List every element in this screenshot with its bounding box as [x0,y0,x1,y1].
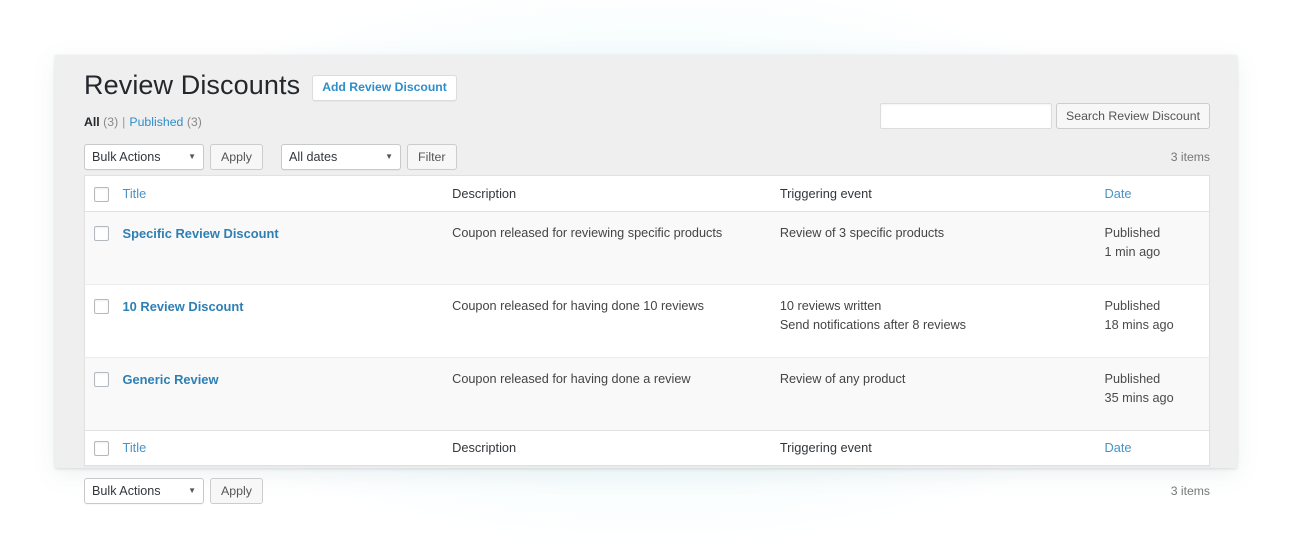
tablenav-top: Bulk Actions ▼ Apply All dates ▼ Filter … [84,141,1210,173]
row-trigger-line-1: Review of any product [779,371,906,386]
row-date-status: Published [1104,225,1161,240]
bulk-actions-select-top[interactable]: Bulk Actions ▼ [84,144,204,171]
select-all-checkbox-top[interactable] [94,186,109,202]
apply-button-top[interactable]: Apply [210,144,263,171]
sort-date-link-top[interactable]: Date [1105,186,1132,201]
row-select-checkbox[interactable] [94,225,109,241]
view-all-link[interactable]: All [84,115,100,129]
row-trigger-line-1: Review of 3 specific products [779,225,945,240]
search-submit-button[interactable]: Search Review Discount [1056,103,1210,129]
displaying-num-top: 3 items [1170,150,1210,165]
sort-date-link-bottom[interactable]: Date [1105,440,1132,455]
date-filter-select[interactable]: All dates ▼ [281,144,401,171]
chevron-down-icon: ▼ [385,152,393,162]
panel-inner: Review Discounts Add Review Discount All… [84,55,1210,507]
select-all-checkbox-bottom[interactable] [94,440,109,456]
row-trigger-line-1: 10 reviews written [779,298,882,313]
table-row: Specific Review Discount Coupon released… [84,211,1210,285]
row-title-link[interactable]: Specific Review Discount [122,226,278,241]
table-header-row: Title Description Triggering event Date [84,175,1210,212]
sort-title-link-bottom[interactable]: Title [122,440,146,455]
view-published-link[interactable]: Published [129,115,183,129]
select-all-header-bottom [84,430,123,466]
row-description-cell: Coupon released for having done 10 revie… [452,298,704,313]
row-select-checkbox[interactable] [94,298,109,314]
bulk-actions-label-bottom: Bulk Actions [92,483,161,498]
search-input[interactable] [880,103,1053,129]
row-checkbox-cell [85,211,123,284]
table-row: Generic Review Coupon released for havin… [84,357,1210,431]
column-header-date-top[interactable]: Date [1104,175,1210,212]
row-description-cell: Coupon released for having done a review [452,371,691,386]
bulk-actions-select-bottom[interactable]: Bulk Actions ▼ [84,477,204,504]
displaying-num-bottom: 3 items [1170,483,1210,498]
chevron-down-icon: ▼ [188,152,196,162]
chevron-down-icon: ▼ [188,485,196,495]
row-trigger-line-2: Send notifications after 8 reviews [779,317,967,332]
view-separator: | [122,115,126,129]
row-description-cell: Coupon released for reviewing specific p… [452,225,723,240]
row-date-cell: Published 18 mins ago [1105,284,1210,357]
column-header-title-bottom[interactable]: Title [122,430,453,466]
table-foot: Title Description Triggering event Date [84,430,1210,466]
row-trigger-cell: Review of 3 specific products [780,211,1105,284]
row-title-cell: 10 Review Discount [122,284,452,357]
table-footer-row: Title Description Triggering event Date [84,430,1210,466]
column-header-description-top: Description [452,175,780,212]
page-header: Review Discounts Add Review Discount [84,55,1210,103]
add-review-discount-button[interactable]: Add Review Discount [312,75,457,101]
view-published-count: (3) [186,115,202,129]
row-date-status: Published [1104,371,1161,386]
view-all-count: (3) [103,115,119,129]
row-date-cell: Published 35 mins ago [1105,357,1210,430]
row-date-relative: 18 mins ago [1104,317,1174,332]
column-header-trigger-bottom: Triggering event [779,430,1105,466]
review-discounts-table: Title Description Triggering event Date [84,175,1210,466]
row-trigger-cell: 10 reviews written Send notifications af… [780,284,1105,357]
select-all-header-top [84,175,123,212]
screen-background: Review Discounts Add Review Discount All… [0,0,1300,548]
apply-button-bottom[interactable]: Apply [210,477,263,504]
column-header-title-top[interactable]: Title [122,175,453,212]
row-title-cell: Generic Review [122,357,452,430]
sort-title-link-top[interactable]: Title [122,186,146,201]
row-title-link[interactable]: Generic Review [122,372,218,387]
date-filter-label: All dates [289,150,338,165]
row-trigger-cell: Review of any product [780,357,1105,430]
admin-panel: Review Discounts Add Review Discount All… [55,55,1237,504]
table-row: 10 Review Discount Coupon released for h… [84,284,1210,358]
row-title-link[interactable]: 10 Review Discount [122,299,243,314]
row-select-checkbox[interactable] [94,371,109,387]
row-date-relative: 35 mins ago [1104,390,1174,405]
column-header-description-bottom: Description [452,430,780,466]
search-box: Search Review Discount [880,103,1210,129]
column-header-trigger-top: Triggering event [779,175,1105,212]
page-title: Review Discounts [84,69,301,100]
filter-button[interactable]: Filter [407,144,457,171]
tablenav-bottom: Bulk Actions ▼ Apply 3 items [84,475,1210,507]
row-checkbox-cell [85,284,123,357]
column-header-date-bottom[interactable]: Date [1104,430,1210,466]
table-head: Title Description Triggering event Date [84,175,1210,212]
table-body: Specific Review Discount Coupon released… [84,211,1210,431]
bulk-actions-label-top: Bulk Actions [92,150,161,165]
row-title-cell: Specific Review Discount [122,211,452,284]
row-date-relative: 1 min ago [1104,244,1161,259]
row-date-status: Published [1104,298,1161,313]
row-checkbox-cell [85,357,123,430]
row-date-cell: Published 1 min ago [1105,211,1210,284]
